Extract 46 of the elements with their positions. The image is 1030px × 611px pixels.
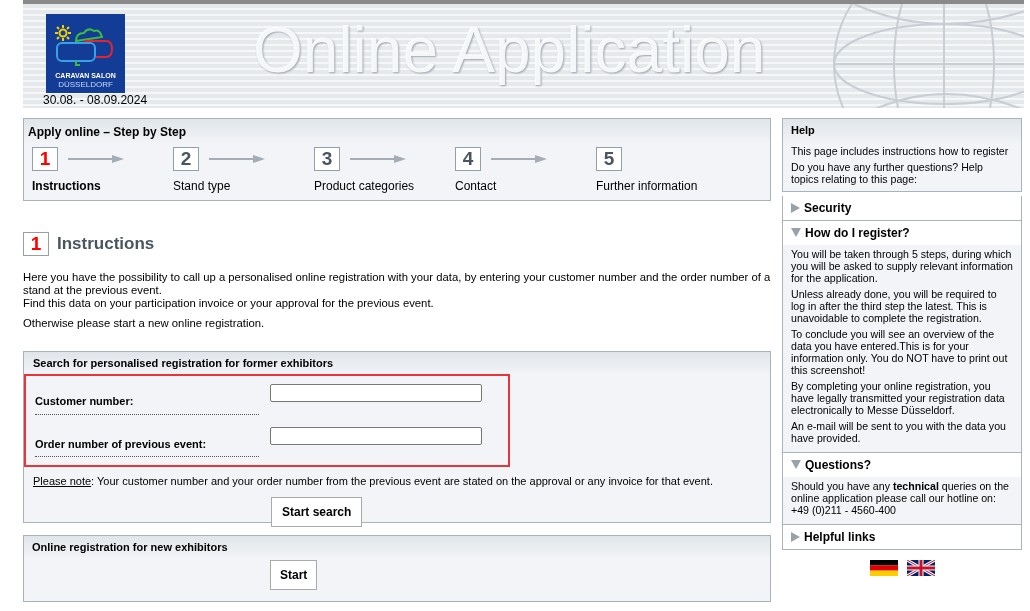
help-text: This page includes instructions how to register — [790, 144, 1010, 157]
help-text: You will be taken through 5 steps, during which you will be asked to supply relevant information for the application. — [791, 247, 1013, 284]
section-number: 1 — [23, 231, 49, 256]
input-field[interactable] — [270, 384, 482, 402]
uk-flag-icon[interactable] — [906, 559, 935, 576]
triangle-down-icon — [791, 228, 801, 237]
field-label: Order number of previous event: — [35, 426, 259, 457]
step-label: Contact — [455, 178, 498, 195]
input-field[interactable] — [270, 426, 482, 445]
help-text: Do you have any further questions? Help topics relating to this page: — [790, 160, 984, 185]
step-number: 4 — [455, 147, 481, 171]
section-title: Instructions — [57, 233, 155, 255]
step-number: 3 — [314, 147, 340, 171]
note-text: Please note: Your customer number and your order number from the previous event are stated on the approval or any invoice for that event. — [33, 474, 713, 489]
help-topic[interactable]: Helpful links — [783, 524, 1021, 549]
page-title: Online Application — [253, 14, 766, 86]
help-text: An e-mail will be sent to you with the data you have provided. — [791, 419, 1007, 444]
step-number: 5 — [596, 147, 622, 171]
help-topic[interactable]: How do I register? — [783, 220, 1021, 245]
arrow-icon — [209, 154, 265, 164]
help-text: Unless already done, you will be required to log in after the third step the latest. This is unavoidable to complete the registration. — [791, 287, 998, 324]
field-label: Customer number: — [35, 384, 259, 415]
logo-subtitle: DÜSSELDORF — [58, 80, 113, 89]
start-button[interactable]: Start — [270, 560, 318, 590]
help-topic[interactable]: Security — [783, 195, 1021, 220]
triangle-down-icon — [791, 460, 801, 469]
step-number: 2 — [173, 147, 199, 171]
event-dates: 30.08. - 08.09.2024 — [43, 93, 148, 107]
german-flag-icon[interactable] — [869, 559, 898, 576]
triangle-right-icon — [791, 531, 800, 542]
help-topic[interactable]: Questions? — [783, 452, 1021, 477]
triangle-right-icon — [791, 202, 800, 213]
help-text: Should you have any technical queries on the online application please call our hotline on: +49 (0)211 - 4560-400 — [791, 479, 1010, 516]
help-text: By completing your online registration, you have legally transmitted your registration data electronically to Messe Düsseldorf. — [791, 379, 1006, 416]
start-search-button[interactable]: Start search — [271, 496, 363, 527]
step-label: Product categories — [314, 178, 416, 195]
help-text: To conclude you will see an overview of the data you have entered.This is for your information only. You do NOT have to print out this screenshot! — [791, 327, 1009, 376]
arrow-icon — [350, 154, 406, 164]
arrow-icon — [491, 154, 547, 164]
step-label: Instructions — [32, 178, 102, 195]
instructions-text: Otherwise please start a new online registration. — [23, 316, 266, 330]
arrow-icon — [68, 154, 124, 164]
instructions-text: Here you have the possibility to call up a personalised online registration with your data, by entering your customer number and the order number of a stand at the previous event. Find this data on your participation invoice or your approval for the previous event. — [23, 270, 771, 310]
step-number: 1 — [32, 147, 58, 171]
step-label: Further information — [596, 178, 699, 195]
step-label: Stand type — [173, 178, 232, 195]
